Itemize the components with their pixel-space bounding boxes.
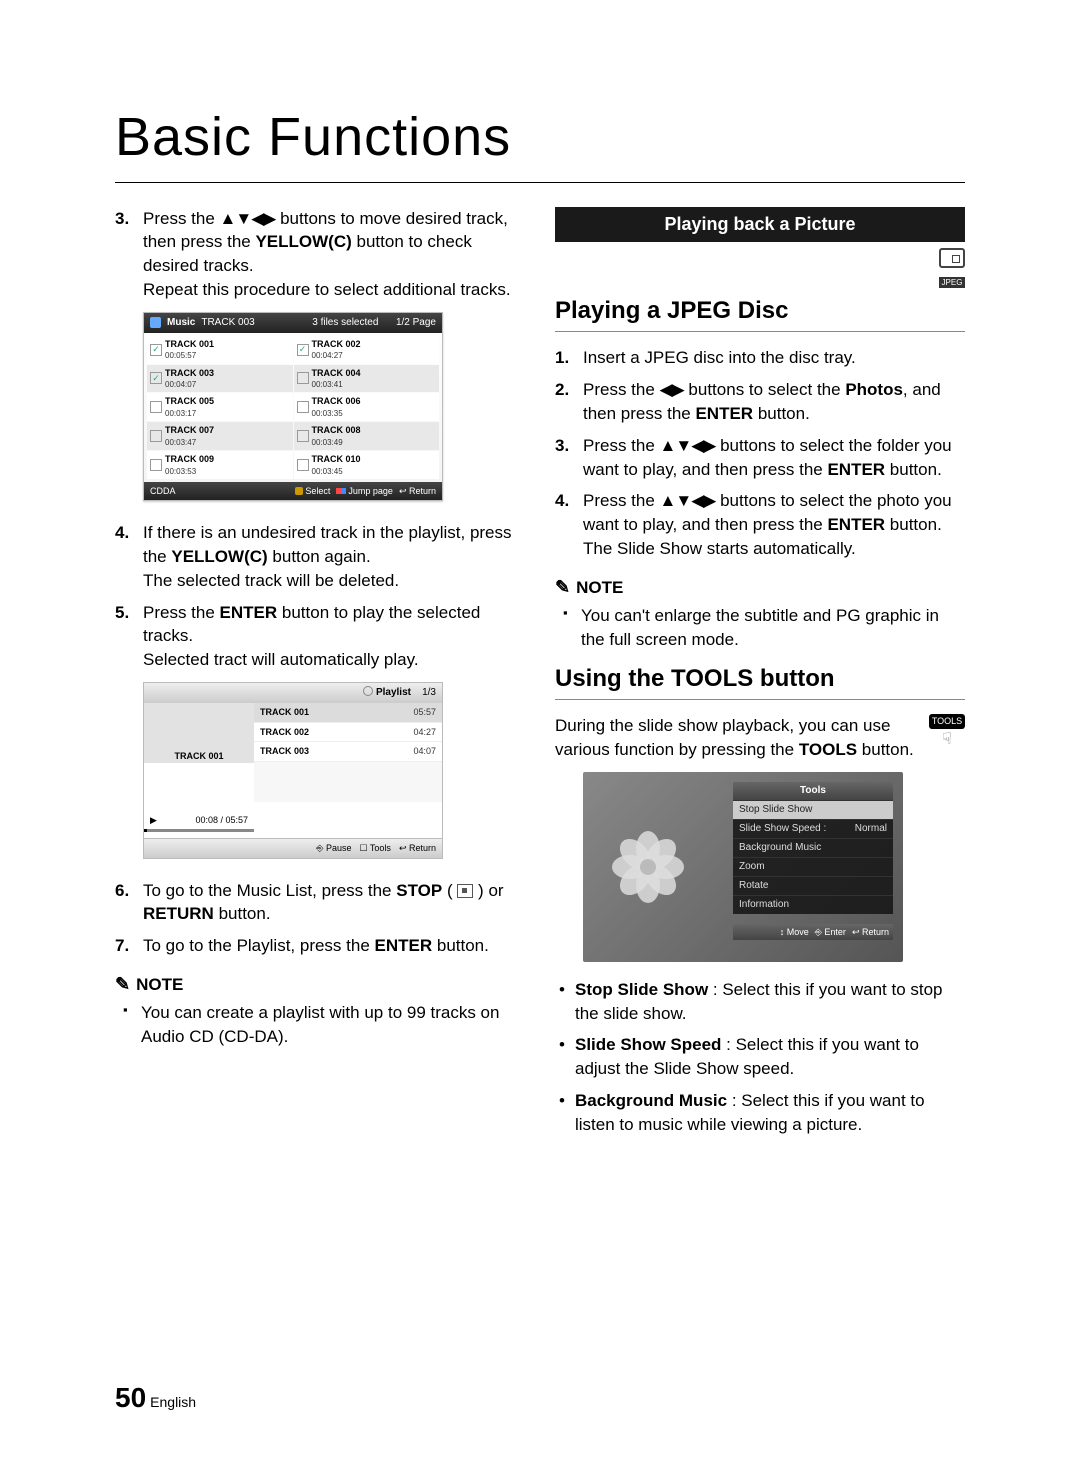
playlist-row: TRACK 00105:57 bbox=[254, 703, 442, 723]
tools-menu-item: Information bbox=[733, 895, 893, 914]
select-hint: Select bbox=[295, 485, 330, 498]
time-counter: 00:08 / 05:57 bbox=[195, 814, 248, 827]
playlist-label: Playlist bbox=[376, 686, 411, 700]
step-number: 3. bbox=[555, 434, 583, 482]
track-row: TRACK 00700:03:47 bbox=[147, 422, 293, 450]
check-icon bbox=[150, 401, 162, 413]
step-body: To go to the Playlist, press the ENTER b… bbox=[143, 934, 525, 958]
tools-menu-item: Background Music bbox=[733, 838, 893, 857]
step-number: 5. bbox=[115, 601, 143, 672]
step-number: 7. bbox=[115, 934, 143, 958]
tools-menu-footer: ↕ Move ⎆ Enter ↩ Return bbox=[733, 924, 893, 941]
tools-menu-title: Tools bbox=[733, 782, 893, 800]
step-number: 2. bbox=[555, 378, 583, 426]
playlist-row: TRACK 00304:07 bbox=[254, 742, 442, 762]
pause-hint: ⎆ Pause bbox=[316, 842, 351, 855]
track-row: ✓TRACK 00300:04:07 bbox=[147, 365, 293, 393]
bullet-item: Stop Slide Show : Select this if you wan… bbox=[555, 978, 965, 1026]
image-icon bbox=[939, 248, 965, 268]
check-icon: ✓ bbox=[150, 372, 162, 384]
play-icon: ▶ bbox=[150, 814, 157, 827]
note-item: You can create a playlist with up to 99 … bbox=[115, 1001, 525, 1049]
tools-button-graphic: TOOLS ☟ bbox=[929, 714, 965, 751]
tools-menu-item: Rotate bbox=[733, 876, 893, 895]
step-body: Press the ▲▼◀▶ buttons to move desired t… bbox=[143, 207, 525, 302]
playlist-panel: Playlist 1/3 TRACK 001 ▶ 00:08 / 05:57 T… bbox=[143, 682, 443, 859]
check-icon bbox=[150, 459, 162, 471]
track-row: TRACK 00800:03:49 bbox=[294, 422, 440, 450]
return-hint: ↩ Return bbox=[399, 485, 436, 498]
tools-hint: ☐ Tools bbox=[360, 842, 391, 855]
tools-menu-item: Stop Slide Show bbox=[733, 800, 893, 819]
cdda-label: CDDA bbox=[150, 485, 176, 498]
track-row: ✓TRACK 00200:04:27 bbox=[294, 336, 440, 364]
bullet-item: Slide Show Speed : Select this if you wa… bbox=[555, 1033, 965, 1081]
flower-image bbox=[613, 832, 683, 902]
step-number: 4. bbox=[555, 489, 583, 560]
step-body: To go to the Music List, press the STOP … bbox=[143, 879, 525, 927]
hand-icon: ☟ bbox=[929, 729, 965, 751]
subheading: Playing a JPEG Disc bbox=[555, 294, 965, 333]
check-icon: ✓ bbox=[297, 344, 309, 356]
tools-menu-item: Zoom bbox=[733, 857, 893, 876]
step-number: 6. bbox=[115, 879, 143, 927]
music-icon bbox=[150, 317, 161, 328]
check-icon bbox=[297, 430, 309, 442]
step-number: 3. bbox=[115, 207, 143, 302]
step-body: Press the ▲▼◀▶ buttons to select the pho… bbox=[583, 489, 965, 560]
page-footer: 50English bbox=[115, 1378, 196, 1417]
check-icon bbox=[297, 401, 309, 413]
step-body: If there is an undesired track in the pl… bbox=[143, 521, 525, 592]
note-heading: NOTE bbox=[115, 972, 525, 997]
track-row: TRACK 00500:03:17 bbox=[147, 393, 293, 421]
progress-bar bbox=[144, 829, 254, 832]
check-icon bbox=[297, 372, 309, 384]
tools-menu: Tools Stop Slide Show Slide Show Speed :… bbox=[733, 782, 893, 941]
step-body: Insert a JPEG disc into the disc tray. bbox=[583, 346, 965, 370]
tools-menu-item: Slide Show Speed :Normal bbox=[733, 819, 893, 838]
current-track: TRACK 003 bbox=[201, 316, 254, 330]
track-row: TRACK 00600:03:35 bbox=[294, 393, 440, 421]
jpeg-badge: JPEG bbox=[939, 248, 965, 288]
page-indicator: 1/2 Page bbox=[396, 316, 436, 330]
bullet-item: Background Music : Select this if you wa… bbox=[555, 1089, 965, 1137]
stop-icon bbox=[457, 884, 473, 898]
check-icon bbox=[297, 459, 309, 471]
step-body: Press the ▲▼◀▶ buttons to select the fol… bbox=[583, 434, 965, 482]
track-row: ✓TRACK 00100:05:57 bbox=[147, 336, 293, 364]
track-row: TRACK 01000:03:45 bbox=[294, 451, 440, 479]
page-title: Basic Functions bbox=[115, 100, 965, 183]
disc-icon bbox=[363, 686, 373, 696]
music-label: Music bbox=[167, 316, 195, 330]
music-selection-panel: Music TRACK 003 3 files selected 1/2 Pag… bbox=[143, 312, 443, 502]
step-body: Press the ENTER button to play the selec… bbox=[143, 601, 525, 672]
jump-page-hint: Jump page bbox=[336, 485, 393, 498]
subheading: Using the TOOLS button bbox=[555, 662, 965, 701]
note-item: You can't enlarge the subtitle and PG gr… bbox=[555, 604, 965, 652]
step-number: 4. bbox=[115, 521, 143, 592]
section-bar: Playing back a Picture bbox=[555, 207, 965, 242]
return-hint: ↩ Return bbox=[399, 842, 436, 855]
track-row: TRACK 00400:03:41 bbox=[294, 365, 440, 393]
step-body: Press the ◀▶ buttons to select the Photo… bbox=[583, 378, 965, 426]
playlist-page: 1/3 bbox=[422, 686, 436, 700]
note-heading: NOTE bbox=[555, 575, 965, 600]
step-number: 1. bbox=[555, 346, 583, 370]
album-art: TRACK 001 bbox=[144, 703, 254, 763]
check-icon bbox=[150, 430, 162, 442]
track-row: TRACK 00900:03:53 bbox=[147, 451, 293, 479]
left-column: 3. Press the ▲▼◀▶ buttons to move desire… bbox=[115, 207, 525, 1145]
tools-paragraph: During the slide show playback, you can … bbox=[555, 714, 965, 762]
playlist-row: TRACK 00204:27 bbox=[254, 723, 442, 743]
check-icon: ✓ bbox=[150, 344, 162, 356]
right-column: Playing back a Picture JPEG Playing a JP… bbox=[555, 207, 965, 1145]
tools-menu-screenshot: Tools Stop Slide Show Slide Show Speed :… bbox=[583, 772, 903, 962]
files-selected: 3 files selected bbox=[312, 316, 378, 330]
